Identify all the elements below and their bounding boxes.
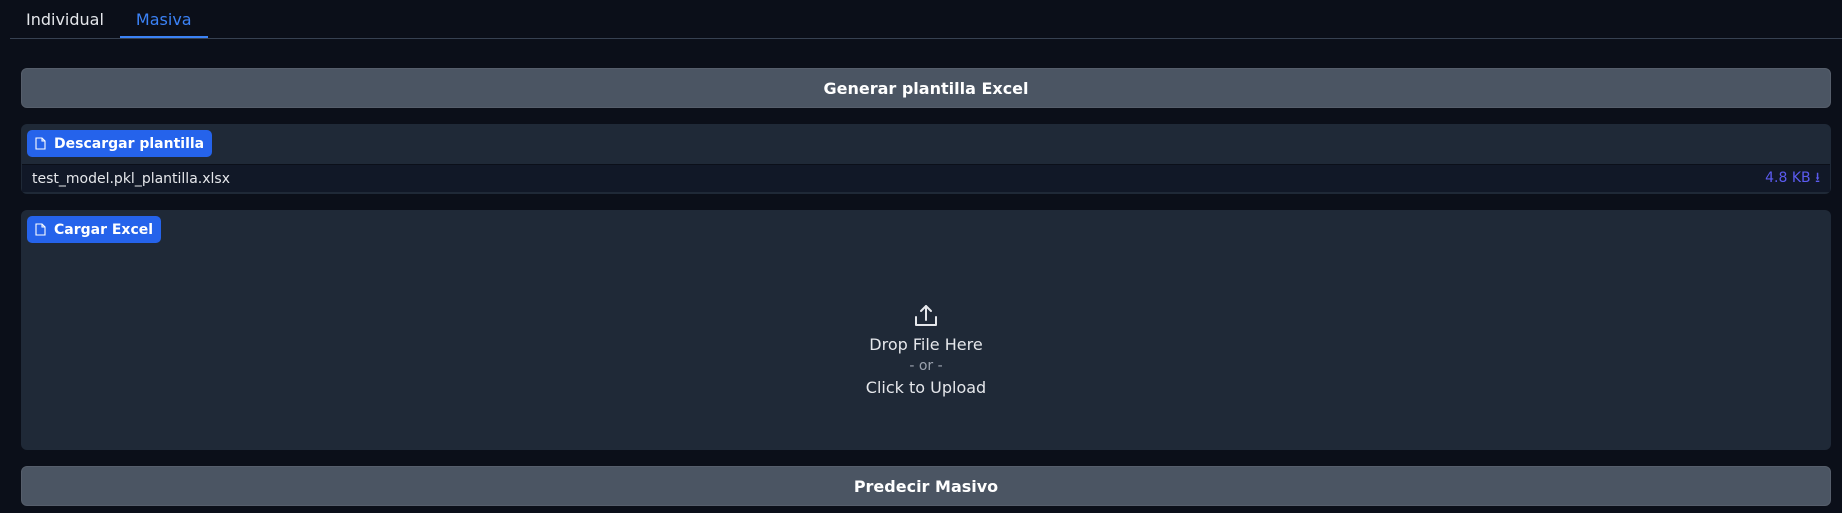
file-row: test_model.pkl_plantilla.xlsx 4.8 KB ⭳ — [22, 164, 1830, 192]
upload-excel-badge: Cargar Excel — [27, 216, 162, 243]
tab-individual[interactable]: Individual — [10, 0, 120, 38]
page: Individual Masiva Generar plantilla Exce… — [0, 0, 1842, 513]
file-icon — [35, 137, 46, 150]
upload-excel-label: Cargar Excel — [54, 221, 154, 238]
file-drop-zone[interactable]: Drop File Here - or - Click to Upload — [21, 250, 1831, 450]
file-icon — [35, 223, 46, 236]
generate-template-button[interactable]: Generar plantilla Excel — [21, 68, 1831, 108]
predict-batch-button[interactable]: Predecir Masivo — [21, 466, 1831, 506]
tab-masiva[interactable]: Masiva — [119, 0, 208, 38]
click-to-upload-text: Click to Upload — [865, 378, 987, 397]
drop-file-text: Drop File Here — [869, 335, 983, 354]
or-separator: - or - — [909, 358, 943, 374]
file-size-download-link[interactable]: 4.8 KB ⭳ — [1765, 167, 1820, 191]
download-template-badge: Descargar plantilla — [27, 130, 213, 157]
upload-excel-panel: Cargar Excel Drop File Here - or - Click… — [21, 210, 1831, 450]
upload-icon — [915, 305, 937, 326]
download-template-label: Descargar plantilla — [54, 135, 205, 152]
tab-bar: Individual Masiva — [10, 0, 1842, 39]
file-name[interactable]: test_model.pkl_plantilla.xlsx — [32, 171, 230, 187]
download-template-panel: Descargar plantilla test_model.pkl_plant… — [21, 124, 1831, 194]
